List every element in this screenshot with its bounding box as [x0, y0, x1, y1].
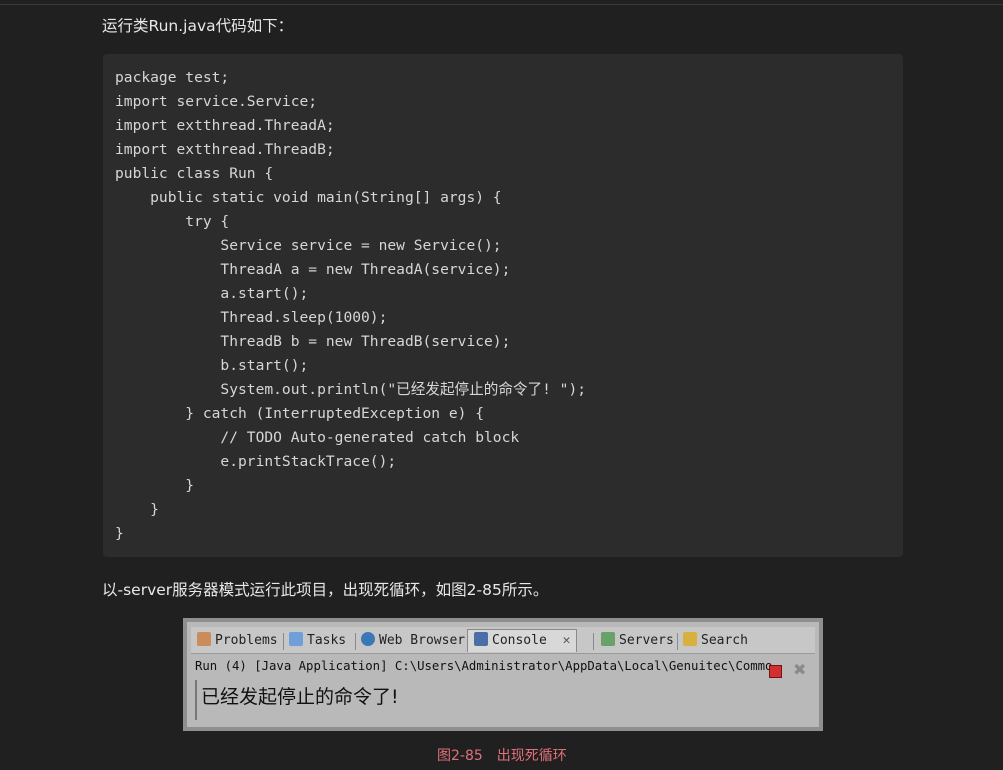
tab-separator — [355, 633, 356, 650]
tab-separator — [283, 633, 284, 650]
console-screenshot: Problems Tasks Web Browser Console ✕ Ser… — [183, 618, 823, 731]
console-tab-bar: Problems Tasks Web Browser Console ✕ Ser… — [191, 627, 815, 654]
tab-servers[interactable]: Servers — [601, 630, 674, 652]
console-output-text: 已经发起停止的命令了! — [201, 686, 399, 708]
code-line: Service service = new Service(); — [115, 237, 502, 254]
console-icon — [474, 632, 488, 646]
code-block: package test; import service.Service; impo… — [103, 54, 903, 557]
intro-paragraph: 运行类Run.java代码如下： — [102, 17, 294, 35]
code-line: } catch (InterruptedException e) { — [115, 405, 485, 422]
code-line: e.printStackTrace(); — [115, 453, 397, 470]
tab-label: Console — [492, 633, 547, 648]
code-line: } — [115, 477, 195, 494]
code-line: import extthread.ThreadB; — [115, 141, 335, 158]
code-line: try { — [115, 213, 230, 230]
tab-separator — [593, 633, 594, 650]
code-content: package test; import service.Service; impo… — [115, 66, 586, 546]
code-line: } — [115, 525, 124, 542]
console-output[interactable]: 已经发起停止的命令了! — [195, 680, 817, 720]
code-line: public class Run { — [115, 165, 274, 182]
code-line: } — [115, 501, 159, 518]
code-line: ThreadA a = new ThreadA(service); — [115, 261, 511, 278]
tab-label: Web Browser — [379, 633, 466, 648]
tab-problems[interactable]: Problems — [197, 630, 278, 652]
code-line: import service.Service; — [115, 93, 318, 110]
code-line: a.start(); — [115, 285, 309, 302]
tab-separator — [677, 633, 678, 650]
terminate-icon[interactable] — [769, 665, 782, 678]
code-line: import extthread.ThreadA; — [115, 117, 335, 134]
code-line: b.start(); — [115, 357, 309, 374]
code-line: package test; — [115, 69, 230, 86]
code-line: ThreadB b = new ThreadB(service); — [115, 333, 511, 350]
tasks-icon — [289, 632, 303, 646]
close-tab-icon[interactable]: ✕ — [563, 633, 571, 648]
tab-label: Problems — [215, 633, 278, 648]
code-line: Thread.sleep(1000); — [115, 309, 388, 326]
figure-caption: 图2-85 出现死循环 — [437, 748, 567, 764]
tab-tasks[interactable]: Tasks — [289, 630, 346, 652]
tab-label: Search — [701, 633, 748, 648]
followup-paragraph: 以-server服务器模式运行此项目，出现死循环，如图2-85所示。 — [102, 581, 549, 599]
tab-label: Servers — [619, 633, 674, 648]
problems-icon — [197, 632, 211, 646]
globe-icon — [361, 632, 375, 646]
console-path-label: Run (4) [Java Application] C:\Users\Admi… — [195, 659, 773, 673]
tab-web-browser[interactable]: Web Browser — [361, 630, 465, 652]
tab-label: Tasks — [307, 633, 347, 648]
tab-console[interactable]: Console ✕ — [467, 629, 578, 652]
remove-launch-icon[interactable]: ✖ — [793, 660, 806, 679]
top-divider — [0, 4, 1003, 5]
code-line: public static void main(String[] args) { — [115, 189, 502, 206]
code-line: // TODO Auto-generated catch block — [115, 429, 520, 446]
servers-icon — [601, 632, 615, 646]
tab-search[interactable]: Search — [683, 630, 748, 652]
search-icon — [683, 632, 697, 646]
code-line: System.out.println("已经发起停止的命令了! "); — [115, 381, 587, 398]
